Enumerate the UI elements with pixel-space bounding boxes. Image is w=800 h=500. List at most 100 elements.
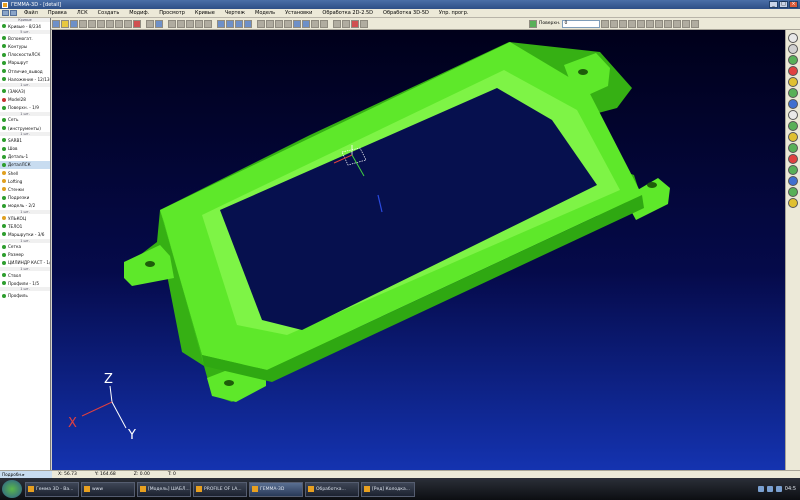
taskbar-button[interactable]: PROFILE OF LA... xyxy=(193,481,247,497)
tree-item[interactable]: Маршрутки - 3/6 xyxy=(0,230,50,238)
taskbar-button[interactable]: [Модель] ШАБЛ... xyxy=(137,481,191,497)
tree-item[interactable]: Кривые - 8/234 xyxy=(0,22,50,30)
mirror-icon[interactable] xyxy=(628,19,637,28)
render-mode-icon[interactable] xyxy=(788,198,798,208)
arrow-right-icon[interactable] xyxy=(610,19,619,28)
visibility-icon[interactable] xyxy=(2,44,6,49)
tree-item[interactable]: ПлоскостиЛСК xyxy=(0,51,50,59)
visibility-icon[interactable] xyxy=(2,179,6,184)
tree-item[interactable]: Профили - 1/5 xyxy=(0,279,50,287)
snap-icon[interactable] xyxy=(266,19,274,28)
copy-icon[interactable] xyxy=(97,19,105,28)
zoom-in-icon[interactable] xyxy=(168,19,176,28)
render-mode-icon[interactable] xyxy=(788,143,798,153)
taskbar-button[interactable]: www xyxy=(81,481,135,497)
render-icon[interactable] xyxy=(302,19,310,28)
tree-item[interactable]: Профиль xyxy=(0,291,50,299)
render-mode-icon[interactable] xyxy=(788,99,798,109)
visibility-icon[interactable] xyxy=(2,216,6,221)
help-icon[interactable] xyxy=(360,19,368,28)
undo-icon[interactable] xyxy=(115,19,123,28)
arrow-left-icon[interactable] xyxy=(601,19,610,28)
menu-create[interactable]: Создать xyxy=(93,10,125,16)
render-mode-icon[interactable] xyxy=(788,132,798,142)
render-mode-icon[interactable] xyxy=(788,176,798,186)
layer-icon[interactable] xyxy=(275,19,283,28)
tree-item[interactable]: Наложение - 12/130 xyxy=(0,75,50,83)
grid-icon[interactable] xyxy=(257,19,265,28)
visibility-icon[interactable] xyxy=(2,126,6,131)
view-iso-icon[interactable] xyxy=(244,19,252,28)
tree-item[interactable]: Вспомогат. xyxy=(0,34,50,42)
visibility-icon[interactable] xyxy=(2,252,6,257)
tree-item[interactable]: Shell xyxy=(0,169,50,177)
move-icon[interactable] xyxy=(155,19,163,28)
tree-item[interactable]: ТЕЛО1 xyxy=(0,222,50,230)
visibility-icon[interactable] xyxy=(2,187,6,192)
tree-item[interactable]: Деталь-1 xyxy=(0,153,50,161)
panel-expand-button[interactable]: Подробн.▸ xyxy=(2,472,25,477)
taskbar-button[interactable]: [Ред] Колодка... xyxy=(361,481,415,497)
array-icon[interactable] xyxy=(646,19,655,28)
color-icon[interactable] xyxy=(342,19,350,28)
tree-item[interactable]: Ствол xyxy=(0,271,50,279)
document-icon[interactable] xyxy=(2,10,9,16)
tree-item[interactable]: (ЗАКАЗ) xyxy=(0,87,50,95)
zoom-out-icon[interactable] xyxy=(177,19,185,28)
taskbar-button[interactable]: Обработка... xyxy=(305,481,359,497)
visibility-icon[interactable] xyxy=(2,60,6,65)
visibility-icon[interactable] xyxy=(2,224,6,229)
extend-icon[interactable] xyxy=(682,19,691,28)
tree-item[interactable]: модель - 2/2 xyxy=(0,202,50,210)
visibility-icon[interactable] xyxy=(2,171,6,176)
pan-icon[interactable] xyxy=(195,19,203,28)
align-icon[interactable] xyxy=(655,19,664,28)
menu-settings[interactable]: Установки xyxy=(280,10,317,16)
render-mode-icon[interactable] xyxy=(788,88,798,98)
render-mode-icon[interactable] xyxy=(788,33,798,43)
tree-item[interactable]: УЛЬКОЦ xyxy=(0,214,50,222)
tree-item[interactable]: Сетка xyxy=(0,243,50,251)
measure-icon[interactable] xyxy=(311,19,319,28)
scale-icon[interactable] xyxy=(637,19,646,28)
visibility-icon[interactable] xyxy=(2,36,6,41)
tree-item[interactable]: Сеть xyxy=(0,116,50,124)
menu-model[interactable]: Модель xyxy=(250,10,280,16)
tree-item[interactable]: Шов xyxy=(0,144,50,152)
paste-icon[interactable] xyxy=(106,19,114,28)
open-folder-icon[interactable] xyxy=(61,19,69,28)
render-mode-icon[interactable] xyxy=(788,77,798,87)
menu-lcs[interactable]: ЛСК xyxy=(72,10,93,16)
tree-item[interactable]: Отличие_вывод xyxy=(0,67,50,75)
calculator-icon[interactable] xyxy=(333,19,341,28)
surface-combo[interactable]: 0 xyxy=(562,19,601,28)
tree-item[interactable]: ЦИЛИНДР КАСТ - 1/3 xyxy=(0,259,50,267)
language-icon[interactable] xyxy=(775,486,782,492)
menu-modify[interactable]: Модиф. xyxy=(124,10,154,16)
save-icon[interactable] xyxy=(70,19,78,28)
view-front-icon[interactable] xyxy=(217,19,225,28)
visibility-icon[interactable] xyxy=(2,154,6,159)
menu-program-control[interactable]: Упр. прогр. xyxy=(434,10,474,16)
visibility-icon[interactable] xyxy=(2,293,6,298)
stop-icon[interactable] xyxy=(351,19,359,28)
tree-item[interactable]: Подрезки xyxy=(0,194,50,202)
visibility-icon[interactable] xyxy=(2,52,6,57)
taskbar-button[interactable]: ГЕММА-3D xyxy=(249,481,303,497)
visibility-icon[interactable] xyxy=(2,77,6,82)
render-mode-icon[interactable] xyxy=(788,44,798,54)
trim-icon[interactable] xyxy=(673,19,682,28)
visibility-icon[interactable] xyxy=(2,117,6,122)
view-top-icon[interactable] xyxy=(226,19,234,28)
tree-item[interactable]: ДеталЛСК xyxy=(0,160,50,169)
render-mode-icon[interactable] xyxy=(788,55,798,65)
visibility-icon[interactable] xyxy=(2,89,6,94)
zoom-window-icon[interactable] xyxy=(186,19,194,28)
visibility-icon[interactable] xyxy=(2,146,6,151)
render-mode-icon[interactable] xyxy=(788,154,798,164)
print-icon[interactable] xyxy=(79,19,87,28)
info-icon[interactable] xyxy=(320,19,328,28)
visibility-icon[interactable] xyxy=(2,281,6,286)
view-side-icon[interactable] xyxy=(235,19,243,28)
maximize-button[interactable]: □ xyxy=(779,1,788,8)
